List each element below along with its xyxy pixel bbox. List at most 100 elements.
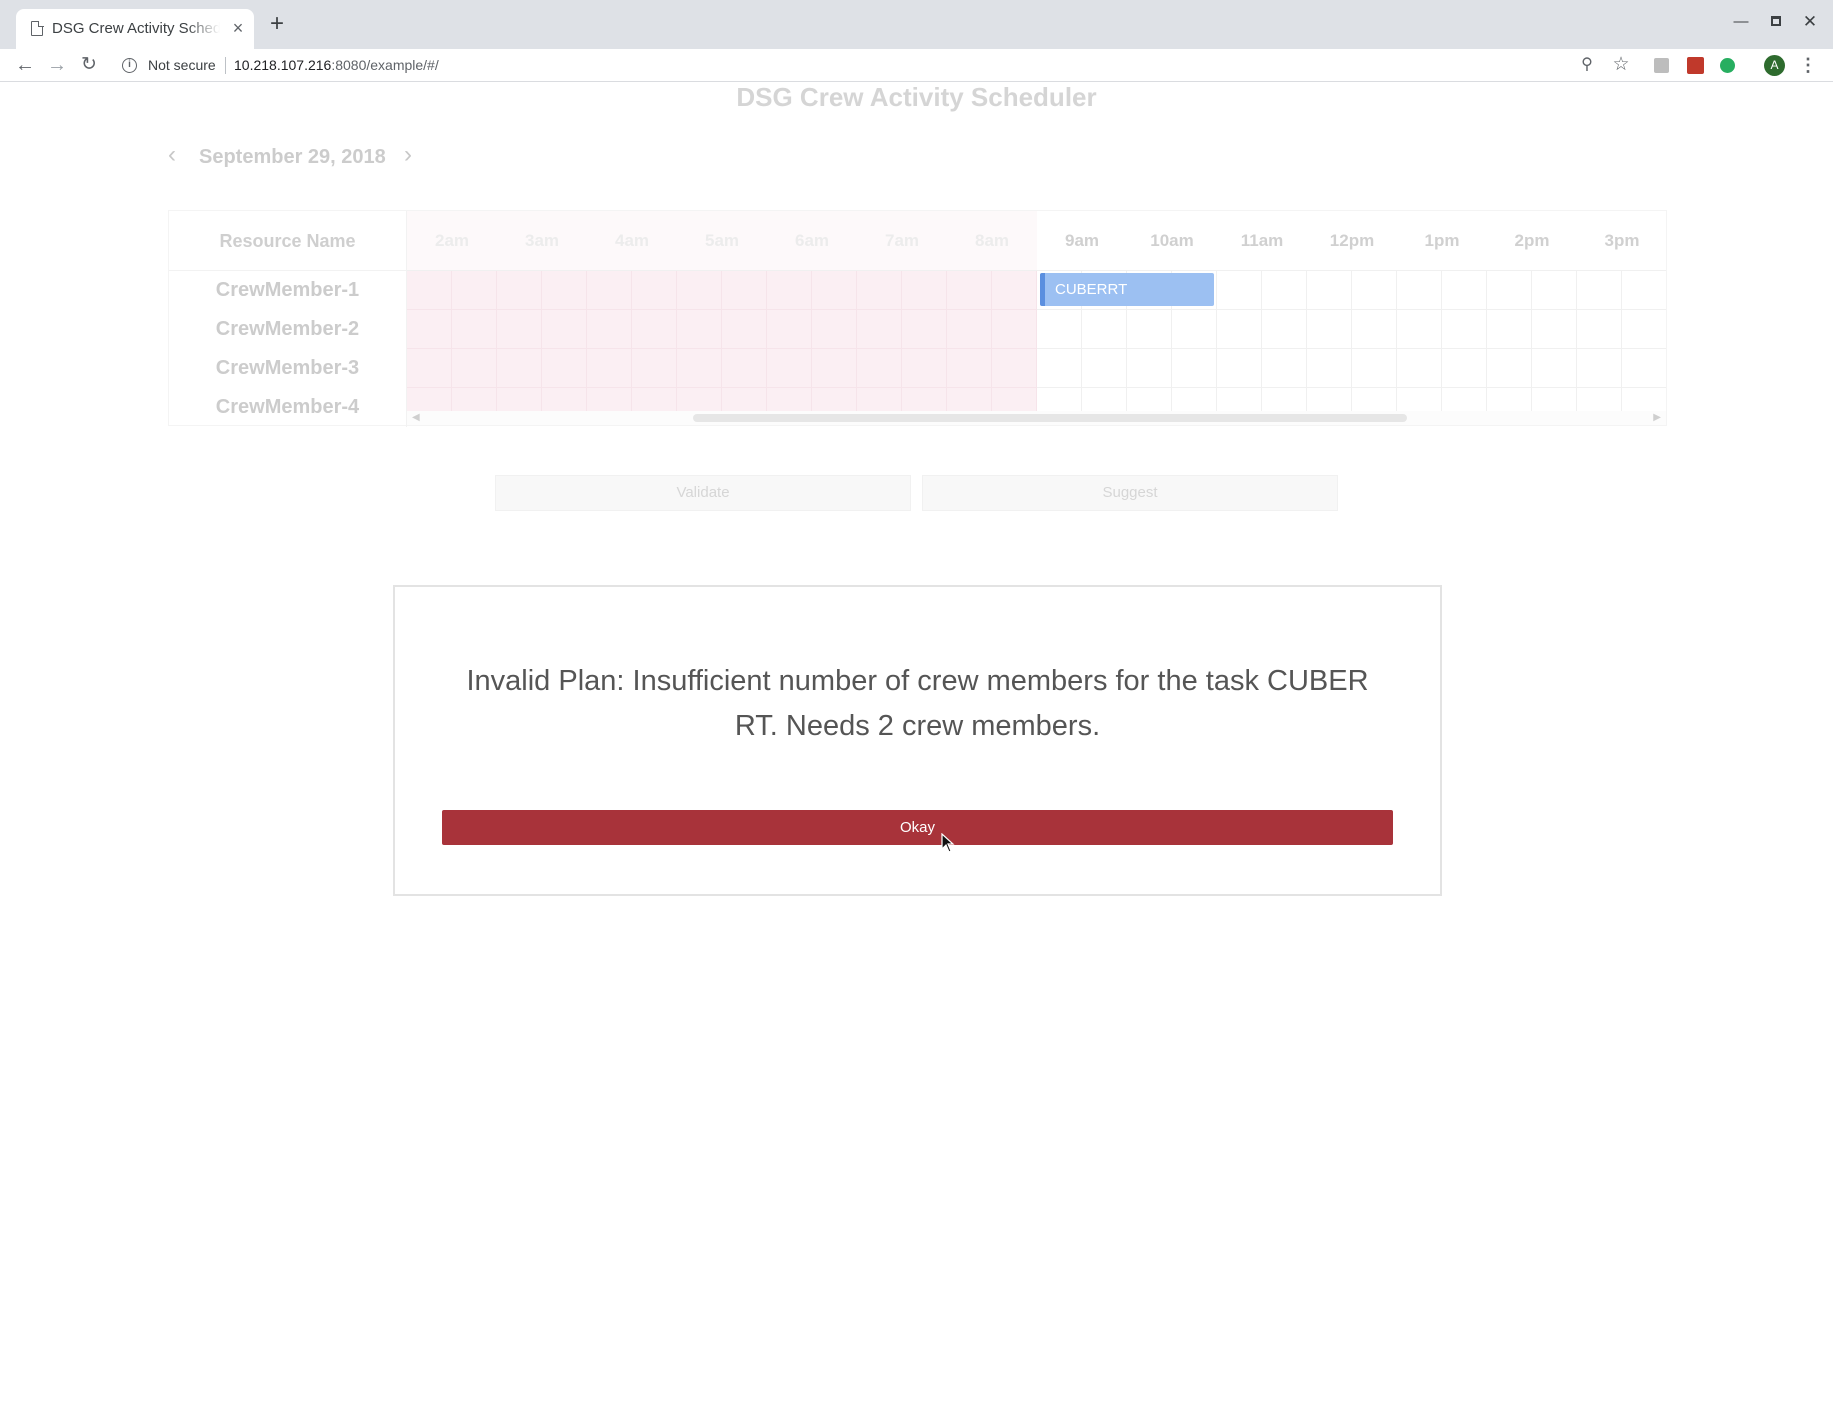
reload-icon[interactable]: ↻ [75,51,103,79]
chevron-right-icon[interactable]: › [404,143,422,170]
time-slot-cell[interactable] [632,271,677,310]
time-slot-cell[interactable] [902,271,947,310]
time-slot-cell[interactable] [1532,388,1577,411]
time-slot-cell[interactable] [1577,310,1622,349]
time-slot-cell[interactable] [1307,388,1352,411]
time-slot-cell[interactable] [1532,271,1577,310]
time-slot-cell[interactable] [992,349,1037,388]
activity-event[interactable]: CUBERRT [1040,273,1214,306]
okay-button[interactable]: Okay [442,810,1393,845]
minimize-icon[interactable]: — [1731,12,1751,32]
zoom-icon[interactable]: ⚲ [1577,55,1597,75]
time-slot-cell[interactable] [497,349,542,388]
validate-button[interactable]: Validate [495,475,911,511]
time-slot-cell[interactable] [1622,349,1666,388]
time-slot-cell[interactable] [722,271,767,310]
time-slot-cell[interactable] [1172,388,1217,411]
time-slot-cell[interactable] [1442,349,1487,388]
time-slot-cell[interactable] [1217,310,1262,349]
scrollbar-thumb[interactable] [693,414,1407,422]
time-slot-cell[interactable] [1622,388,1666,411]
horizontal-scrollbar[interactable]: ◀ ▶ [407,411,1666,425]
time-slot-cell[interactable] [902,388,947,411]
new-tab-button[interactable]: + [266,12,288,36]
time-slot-cell[interactable] [587,271,632,310]
time-slot-cell[interactable] [1397,310,1442,349]
time-slot-cell[interactable] [722,349,767,388]
grammar-extension-icon[interactable] [1720,58,1735,73]
time-slot-cell[interactable] [722,388,767,411]
time-slot-cell[interactable] [857,310,902,349]
time-slot-cell[interactable] [1442,388,1487,411]
extension-icon[interactable] [1654,58,1669,73]
time-slot-cell[interactable] [1577,388,1622,411]
time-slot-cell[interactable] [812,388,857,411]
time-slot-cell[interactable] [1532,349,1577,388]
time-slot-cell[interactable] [632,388,677,411]
time-slot-cell[interactable] [1082,349,1127,388]
extension-icon[interactable] [1687,57,1704,74]
time-slot-cell[interactable] [1352,349,1397,388]
time-slot-cell[interactable] [947,388,992,411]
time-slot-cell[interactable] [767,271,812,310]
time-slot-cell[interactable] [542,271,587,310]
time-slot-cell[interactable] [587,388,632,411]
time-slot-cell[interactable] [1352,310,1397,349]
time-slot-cell[interactable] [1172,310,1217,349]
time-slot-cell[interactable] [902,349,947,388]
time-slot-cell[interactable] [1217,349,1262,388]
time-slot-cell[interactable] [1037,388,1082,411]
time-slot-cell[interactable] [857,388,902,411]
forward-arrow-icon[interactable]: → [43,51,71,79]
time-slot-cell[interactable] [1397,271,1442,310]
time-slot-cell[interactable] [857,271,902,310]
time-slot-cell[interactable] [1082,388,1127,411]
time-slot-cell[interactable] [452,388,497,411]
time-slot-cell[interactable] [1487,310,1532,349]
time-slot-cell[interactable] [1352,271,1397,310]
close-window-icon[interactable]: ✕ [1800,12,1820,32]
time-slot-cell[interactable] [1127,310,1172,349]
time-slot-cell[interactable] [677,271,722,310]
time-slot-cell[interactable] [812,271,857,310]
scroll-left-icon[interactable]: ◀ [412,411,420,425]
address-bar[interactable]: 10.218.107.216:8080/example/#/ [234,57,439,73]
time-slot-cell[interactable] [497,310,542,349]
time-slot-cell[interactable] [1307,310,1352,349]
time-slot-cell[interactable] [1577,349,1622,388]
time-slot-cell[interactable] [677,310,722,349]
time-slot-cell[interactable] [947,310,992,349]
time-slot-cell[interactable] [632,349,677,388]
scroll-right-icon[interactable]: ▶ [1653,411,1661,425]
time-slot-cell[interactable] [1217,271,1262,310]
time-slot-cell[interactable] [1037,310,1082,349]
back-arrow-icon[interactable]: ← [11,51,39,79]
time-slot-cell[interactable] [542,310,587,349]
time-slot-cell[interactable] [722,310,767,349]
time-slot-cell[interactable] [587,349,632,388]
time-slot-cell[interactable] [1262,388,1307,411]
time-slot-cell[interactable] [992,388,1037,411]
chevron-left-icon[interactable]: ‹ [168,143,186,170]
time-slot-cell[interactable] [767,310,812,349]
close-tab-icon[interactable]: × [228,18,248,38]
time-slot-cell[interactable] [1352,388,1397,411]
time-slot-cell[interactable] [767,349,812,388]
time-slot-cell[interactable] [542,349,587,388]
info-icon[interactable]: i [122,58,137,73]
time-slot-cell[interactable] [1082,310,1127,349]
time-slot-cell[interactable] [1037,349,1082,388]
bookmark-star-icon[interactable]: ☆ [1611,55,1631,75]
time-slot-cell[interactable] [857,349,902,388]
time-slot-cell[interactable] [767,388,812,411]
time-slot-cell[interactable] [1127,349,1172,388]
time-slot-cell[interactable] [1442,310,1487,349]
timeline[interactable]: 2am 3am 4am 5am 6am 7am 8am 9am 10am 11am 12pm 1pm 2… [407,211,1666,411]
time-slot-cell[interactable] [1622,310,1666,349]
time-slot-cell[interactable] [587,310,632,349]
time-slot-cell[interactable] [542,388,587,411]
time-slot-cell[interactable] [1262,310,1307,349]
time-slot-cell[interactable] [1307,349,1352,388]
time-slot-cell[interactable] [632,310,677,349]
time-slot-cell[interactable] [452,310,497,349]
